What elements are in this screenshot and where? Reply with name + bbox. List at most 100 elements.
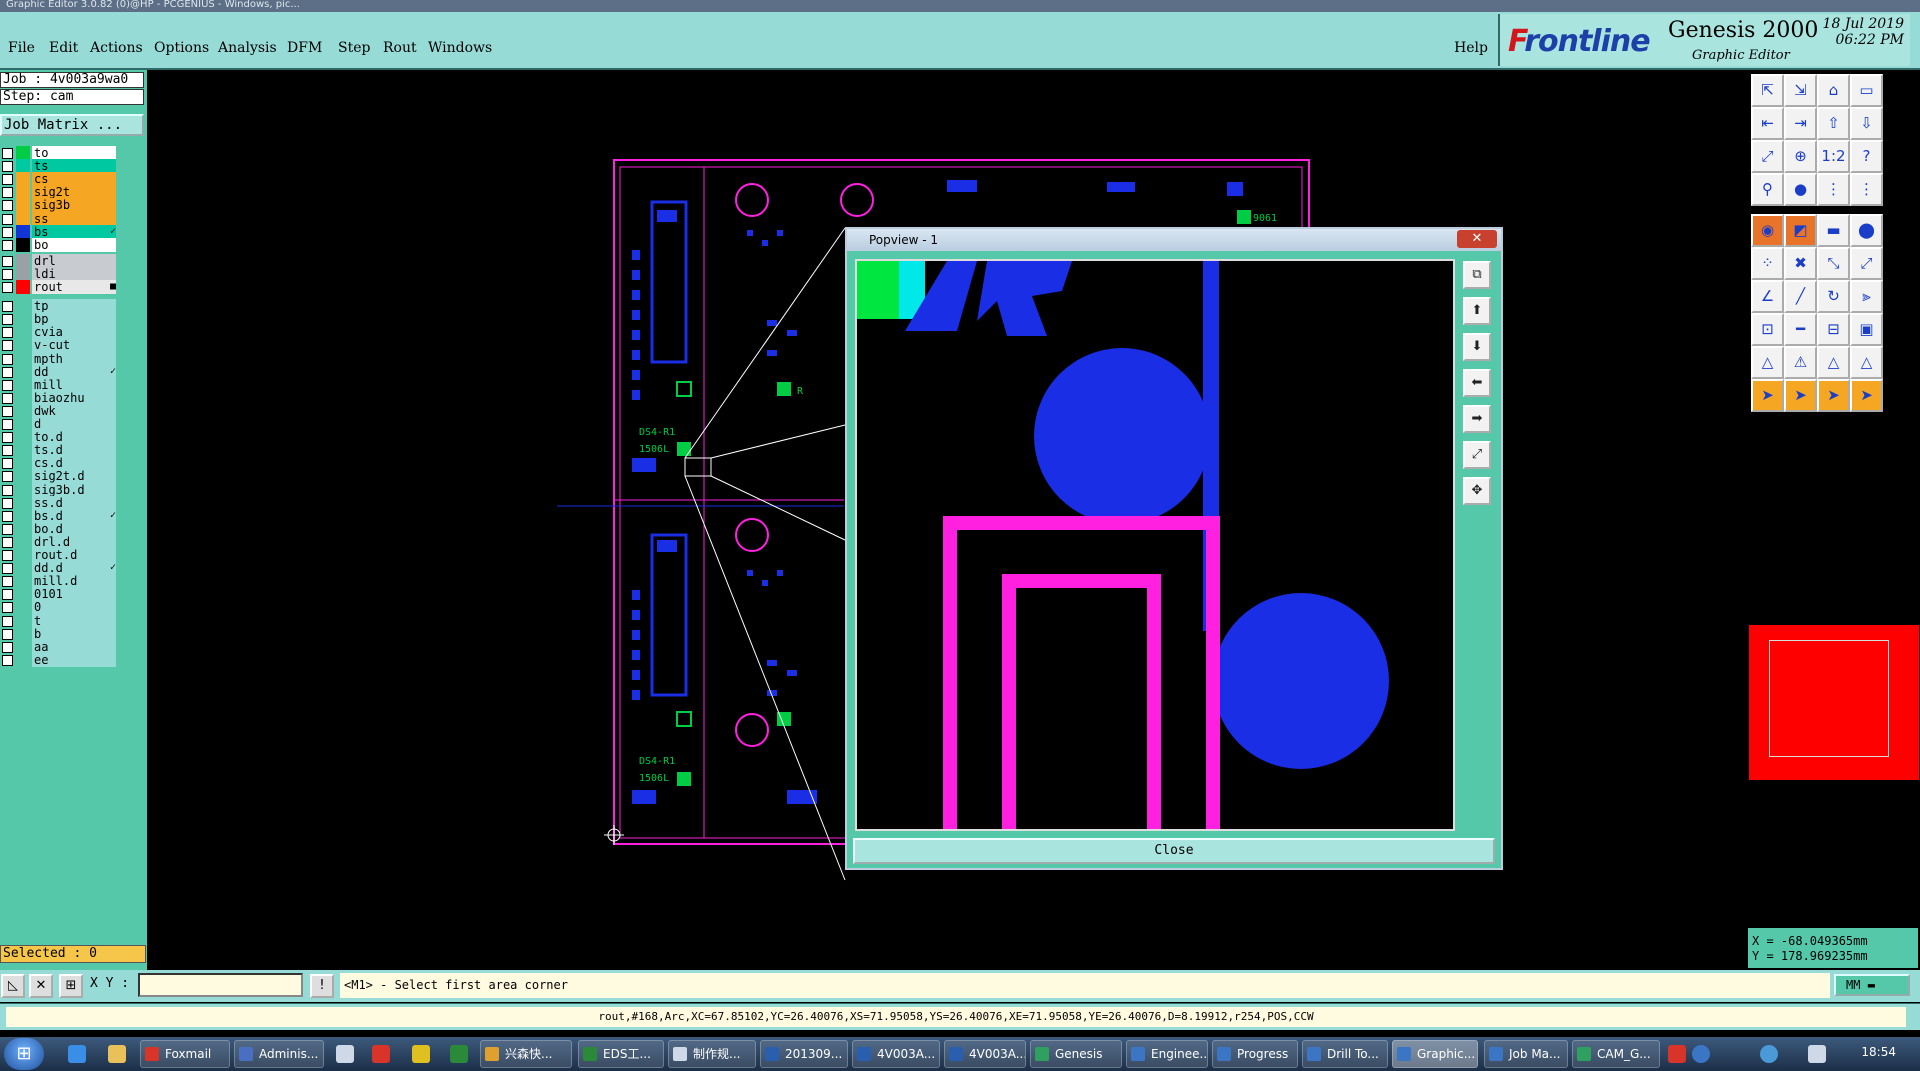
node-icon[interactable]: ⁘ <box>1751 247 1784 280</box>
zoom-window-icon[interactable]: ⧉ <box>1463 261 1491 289</box>
one-to-one-icon[interactable]: 1:2 <box>1817 140 1850 173</box>
layer-checkbox[interactable] <box>2 497 13 509</box>
layer-color-swatch[interactable] <box>16 613 30 628</box>
layer-color-swatch[interactable] <box>16 172 30 187</box>
layer-checkbox[interactable] <box>2 563 13 575</box>
layer-name[interactable]: t <box>32 613 116 628</box>
layer-name[interactable]: drl <box>32 253 116 268</box>
contour-icon[interactable]: ◩ <box>1784 214 1817 247</box>
layer-checkbox[interactable] <box>2 641 13 653</box>
layer-color-swatch[interactable] <box>16 224 30 239</box>
layer-color-swatch[interactable] <box>16 253 30 268</box>
layer-name[interactable]: tp <box>32 299 116 314</box>
zoom-out-icon[interactable]: ⌂ <box>1817 74 1850 107</box>
quicklaunch-icon[interactable] <box>450 1045 468 1063</box>
layer-name[interactable]: mill <box>32 377 116 392</box>
taskbar-item[interactable]: Progress <box>1212 1040 1298 1068</box>
layer-checkbox[interactable] <box>2 161 13 173</box>
layer-name[interactable]: bo.d <box>32 521 116 536</box>
layer-color-swatch[interactable] <box>16 652 30 667</box>
layer-color-swatch[interactable] <box>16 469 30 484</box>
center-icon[interactable]: ⊕ <box>1784 140 1817 173</box>
help-icon[interactable]: ? <box>1850 140 1883 173</box>
link-icon[interactable]: ⤡ <box>1817 247 1850 280</box>
layer-checkbox[interactable] <box>2 510 13 522</box>
triangle-3-icon[interactable]: △ <box>1850 346 1883 379</box>
layer-name[interactable]: bs <box>32 224 116 239</box>
layer-name[interactable]: drl.d <box>32 534 116 549</box>
layer-name[interactable]: ee <box>32 652 116 667</box>
layer-checkbox[interactable] <box>2 213 13 225</box>
select-mode-icon[interactable]: ◺ <box>1 974 25 998</box>
popview-canvas[interactable] <box>855 259 1455 831</box>
layer-checkbox[interactable] <box>2 187 13 199</box>
close-icon[interactable]: ✕ <box>1457 230 1497 248</box>
layer-checkbox[interactable] <box>2 353 13 365</box>
layer-checkbox[interactable] <box>2 589 13 601</box>
layer-checkbox[interactable] <box>2 226 13 238</box>
layer-name[interactable]: ss <box>32 211 116 226</box>
layer-color-swatch[interactable] <box>16 325 30 340</box>
layer-color-swatch[interactable] <box>16 561 30 576</box>
zoom-in-icon[interactable]: ⬆ <box>1463 297 1491 325</box>
snap-icon[interactable]: ● <box>1784 173 1817 206</box>
layer-name[interactable]: ldi <box>32 266 116 281</box>
layer-color-swatch[interactable] <box>16 521 30 536</box>
layer-name[interactable]: sig2t <box>32 185 116 200</box>
layer-row[interactable]: rout ■ <box>0 280 118 295</box>
pointer-icon[interactable]: ➤ <box>1751 379 1784 412</box>
layer-checkbox[interactable] <box>2 602 13 614</box>
layer-checkbox[interactable] <box>2 458 13 470</box>
layer-row[interactable]: ee <box>0 652 118 668</box>
layer-checkbox[interactable] <box>2 536 13 548</box>
quicklaunch-icon[interactable] <box>336 1045 354 1063</box>
tray-network-icon[interactable] <box>1760 1045 1778 1063</box>
taskbar-item[interactable]: 4V003A... <box>852 1040 940 1068</box>
layer-checkbox[interactable] <box>2 366 13 378</box>
layer-color-swatch[interactable] <box>16 403 30 418</box>
layer-name[interactable]: sig2t.d <box>32 469 116 484</box>
zoom-fit-icon[interactable]: ▭ <box>1850 74 1883 107</box>
layer-color-swatch[interactable] <box>16 377 30 392</box>
layer-color-swatch[interactable] <box>16 443 30 458</box>
xy-input[interactable] <box>138 973 303 997</box>
layer-checkbox[interactable] <box>2 174 13 186</box>
taskbar-item[interactable]: 兴森快... <box>480 1040 572 1068</box>
info-icon[interactable]: ! <box>310 974 334 998</box>
layer-checkbox[interactable] <box>2 432 13 444</box>
taskbar-item[interactable]: Adminis... <box>234 1040 324 1068</box>
layer-checkbox[interactable] <box>2 405 13 417</box>
layer-checkbox[interactable] <box>2 239 13 251</box>
layer-checkbox[interactable] <box>2 471 13 483</box>
taskbar-item[interactable]: 4V003A... <box>944 1040 1026 1068</box>
layer-checkbox[interactable] <box>2 282 13 293</box>
layer-name[interactable]: b <box>32 626 116 641</box>
fit-icon[interactable]: ⤢ <box>1463 441 1491 469</box>
menu-edit[interactable]: Edit <box>49 40 78 56</box>
layer-name[interactable]: sig3b.d <box>32 482 116 497</box>
layer-name[interactable]: bs.d <box>32 508 116 523</box>
quicklaunch-icon[interactable] <box>412 1045 430 1063</box>
layer-name[interactable]: cs <box>32 172 116 187</box>
layer-color-swatch[interactable] <box>16 185 30 200</box>
layer-color-swatch[interactable] <box>16 548 30 562</box>
layer-checkbox[interactable] <box>2 268 13 280</box>
pan-right-icon[interactable]: ⇥ <box>1784 107 1817 140</box>
arc-icon[interactable]: ⤢ <box>1850 247 1883 280</box>
grid-icon[interactable]: ⊞ <box>59 974 83 998</box>
layer-checkbox[interactable] <box>2 576 13 588</box>
pointer-4-icon[interactable]: ➤ <box>1850 379 1883 412</box>
layer-name[interactable]: rout <box>32 280 116 294</box>
layer-checkbox[interactable] <box>2 340 13 352</box>
layer-color-swatch[interactable] <box>16 574 30 589</box>
tray-help-icon[interactable] <box>1692 1045 1710 1063</box>
layer-checkbox[interactable] <box>2 200 13 212</box>
layer-checkbox[interactable] <box>2 419 13 430</box>
layer-name[interactable]: sig3b <box>32 198 116 213</box>
layer-color-swatch[interactable] <box>16 237 30 252</box>
layer-color-swatch[interactable] <box>16 456 30 471</box>
triangle-icon[interactable]: △ <box>1751 346 1784 379</box>
tray-volume-icon[interactable] <box>1808 1045 1826 1063</box>
menu-dfm[interactable]: DFM <box>287 40 322 56</box>
taskbar-item[interactable]: EDS工... <box>578 1040 664 1068</box>
